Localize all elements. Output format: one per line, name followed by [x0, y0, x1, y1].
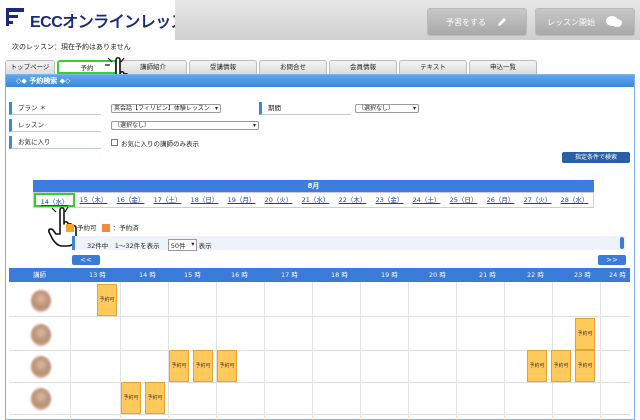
calendar-day[interactable]: 22（木） — [334, 193, 371, 207]
calendar-day[interactable]: 16（金） — [112, 193, 149, 207]
hour-label: 19 時 — [381, 271, 398, 279]
next-lesson-info: 次のレッスン：現在予約はありません — [12, 43, 131, 51]
calendar-days: 14（水） 15（木） 16（金） 17（土） 18（日） 19（月） 20（火） 21（水）… — [33, 192, 594, 208]
available-slot[interactable]: 予約可 — [217, 350, 237, 382]
tab-member-info[interactable]: 会員情報 — [329, 60, 397, 74]
calendar-day[interactable]: 27（火） — [519, 193, 556, 207]
tab-text[interactable]: テキスト — [399, 60, 467, 74]
tab-top[interactable]: トップページ — [5, 60, 55, 74]
tab-course-info[interactable]: 受講情報 — [189, 60, 257, 74]
calendar-day[interactable]: 25（日） — [445, 193, 482, 207]
hour-label: 20 時 — [429, 271, 446, 279]
available-slot[interactable]: 予約可 — [121, 382, 141, 414]
avatar[interactable] — [31, 324, 51, 346]
grid-line — [456, 282, 457, 420]
available-slot[interactable]: 予約可 — [97, 284, 117, 316]
available-slot[interactable]: 予約可 — [193, 350, 213, 382]
avatar[interactable] — [31, 356, 51, 378]
grid-line — [600, 282, 601, 420]
calendar-day[interactable]: 23（金） — [371, 193, 408, 207]
hour-label: 14 時 — [139, 271, 156, 279]
hour-label: 15 時 — [184, 271, 201, 279]
available-slot[interactable]: 予約可 — [551, 350, 571, 382]
date-calendar: 8月 14（水） 15（木） 16（金） 17（土） 18（日） 19（月） 20（火） 21… — [33, 180, 594, 208]
legend-available-swatch — [66, 224, 74, 232]
calendar-day[interactable]: 20（火） — [260, 193, 297, 207]
per-page-select[interactable]: 50件 ▾ — [167, 239, 197, 251]
scroll-handle[interactable] — [620, 237, 624, 249]
hour-label: 23 時 — [574, 271, 591, 279]
header: ECCオンラインレッスン 予習をする レッスン開始 — [0, 0, 640, 40]
hour-label: 22 時 — [527, 271, 544, 279]
calendar-day[interactable]: 24（土） — [408, 193, 445, 207]
grid-line — [408, 282, 409, 420]
calendar-month: 8月 — [33, 180, 594, 192]
pencil-icon — [498, 18, 506, 26]
plan-select[interactable]: 英会話【フィリピン】体験レッスン — [111, 104, 221, 113]
teacher-row — [9, 382, 630, 415]
panel-title: ◇◆ 予約検索 ◆◇ — [6, 75, 634, 87]
favorite-checkbox[interactable] — [111, 139, 118, 146]
favorite-checkbox-label: お気に入りの講師のみ表示 — [121, 140, 199, 148]
legend-available-label: 予約可 — [77, 224, 97, 232]
available-slot[interactable]: 予約可 — [575, 350, 595, 382]
available-slot[interactable]: 予約可 — [169, 350, 189, 382]
grid-line — [312, 282, 313, 420]
next-page-button[interactable]: >> — [598, 255, 626, 265]
chat-bubbles-icon — [606, 16, 622, 27]
favorite-row: お気に入り お気に入りの講師のみ表示 — [9, 136, 629, 149]
lesson-start-button[interactable]: レッスン開始 — [535, 8, 635, 36]
teacher-column-label: 講師 — [33, 271, 46, 279]
legend-booked-swatch — [101, 224, 110, 232]
available-slot[interactable]: 予約可 — [527, 350, 547, 382]
grid-line — [264, 282, 265, 420]
tab-applications[interactable]: 申込一覧 — [469, 60, 537, 74]
period-select[interactable]: （選択なし） — [355, 104, 419, 113]
period-label: 期間 — [259, 102, 351, 115]
grid-line — [70, 282, 71, 420]
search-button[interactable]: 指定条件で検索 — [562, 152, 630, 163]
result-count: 32件中 1〜32件を表示 — [87, 242, 160, 250]
available-slot[interactable]: 予約可 — [145, 382, 165, 414]
chevron-down-icon: ▾ — [191, 240, 195, 248]
reserve-prep-button[interactable]: 予習をする — [427, 8, 527, 36]
plan-row: プラン ＊ 英会話【フィリピン】体験レッスン 期間 （選択なし） — [9, 102, 629, 115]
hour-label: 18 時 — [331, 271, 348, 279]
grid-line — [504, 282, 505, 420]
avatar[interactable] — [31, 290, 51, 312]
hour-label: 13 時 — [89, 271, 106, 279]
available-slot[interactable]: 予約可 — [575, 318, 595, 350]
grid-line — [360, 282, 361, 420]
lesson-select[interactable]: （選択なし） — [111, 121, 259, 130]
result-count-bar: 32件中 1〜32件を表示 50件 ▾ 表示 — [72, 236, 626, 251]
tab-contact[interactable]: お問合せ — [259, 60, 327, 74]
hour-label: 16 時 — [231, 271, 248, 279]
calendar-day[interactable]: 17（土） — [149, 193, 186, 207]
hour-label: 17 時 — [281, 271, 298, 279]
lesson-label: レッスン — [9, 119, 101, 132]
hour-label: 24 時 — [609, 271, 626, 279]
main-tabs: トップページ 予約 講師紹介 受講情報 お問合せ 会員情報 テキスト 申込一覧 — [5, 60, 635, 74]
hour-label: 21 時 — [479, 271, 496, 279]
show-label: 表示 — [198, 242, 212, 250]
avatar[interactable] — [31, 388, 51, 410]
legend-booked-label: ：予約済 — [112, 224, 139, 232]
calendar-day[interactable]: 21（水） — [297, 193, 334, 207]
calendar-day[interactable]: 18（日） — [186, 193, 223, 207]
calendar-day[interactable]: 19（月） — [223, 193, 260, 207]
legend: 予約可 ：予約済 — [46, 222, 139, 232]
ecc-logo-icon — [6, 8, 24, 26]
calendar-day[interactable]: 26（月） — [482, 193, 519, 207]
schedule-header: 講師 13 時 14 時 15 時 16 時 17 時 18 時 19 時 20 時 21 時 2… — [9, 268, 630, 282]
calendar-day[interactable]: 28（水） — [556, 193, 593, 207]
logo[interactable]: ECCオンラインレッスン — [0, 0, 202, 36]
lesson-row: レッスン （選択なし） — [9, 119, 629, 132]
teacher-row — [9, 318, 630, 351]
favorite-label: お気に入り — [9, 136, 101, 149]
prev-page-button[interactable]: << — [72, 255, 100, 265]
plan-label: プラン ＊ — [9, 102, 101, 115]
